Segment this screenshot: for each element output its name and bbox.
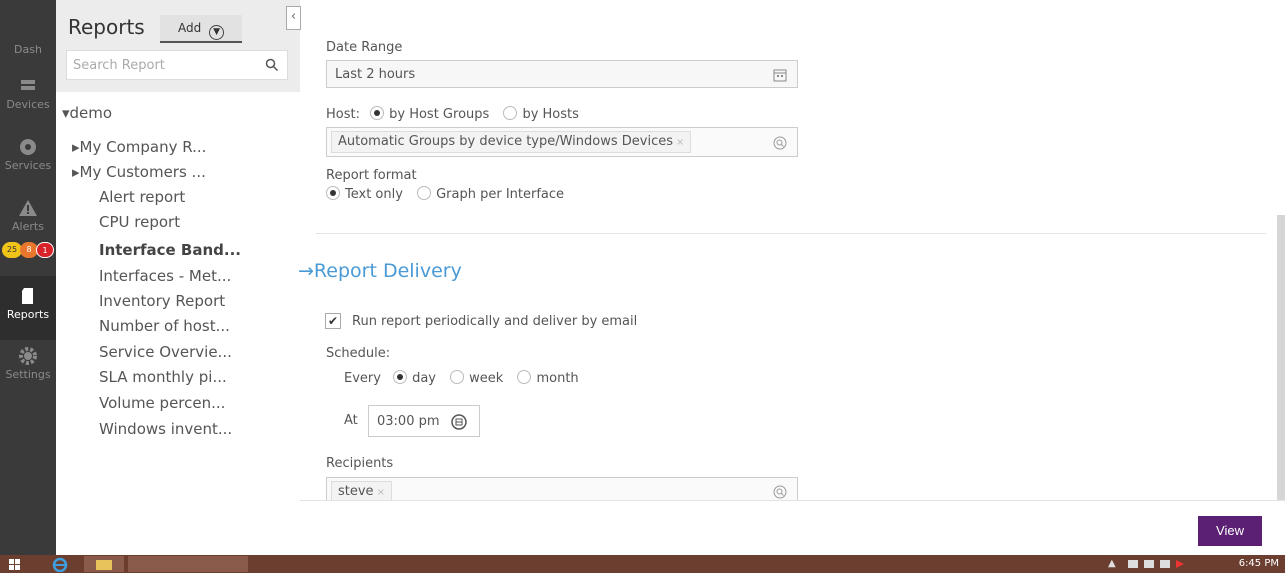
windows-start-icon[interactable] xyxy=(8,556,22,572)
add-report-button[interactable]: Add ▼ xyxy=(160,15,242,43)
date-range-field[interactable]: Last 2 hours xyxy=(326,60,798,88)
report-item[interactable]: CPU report xyxy=(99,213,180,231)
browser-icon[interactable] xyxy=(50,556,70,573)
search-input[interactable] xyxy=(67,51,257,79)
search-report xyxy=(66,50,288,80)
schedule-label: Schedule: xyxy=(326,346,391,361)
host-group-tag: Automatic Groups by device type/Windows … xyxy=(331,131,692,153)
nav-settings[interactable]: Settings xyxy=(0,346,56,381)
report-item-selected[interactable]: Interface Band... xyxy=(99,241,241,259)
radio-month[interactable]: month xyxy=(517,370,579,386)
reports-panel: Reports Add ▼ ▾demo ▸My Company R... ▸My… xyxy=(56,0,300,555)
search-icon[interactable] xyxy=(773,484,787,499)
run-periodically-checkbox[interactable]: ✔ xyxy=(325,313,341,329)
calendar-icon[interactable] xyxy=(773,67,787,82)
chevron-down-icon: ▼ xyxy=(209,25,225,40)
tree-group-my-customers[interactable]: ▸My Customers ... xyxy=(72,163,206,181)
time-field[interactable]: 03:00 pm xyxy=(368,405,480,437)
remove-tag-icon[interactable]: × xyxy=(676,137,684,148)
radio-day[interactable]: day xyxy=(393,370,436,386)
reports-title: Reports xyxy=(68,15,145,39)
nav-services[interactable]: Services xyxy=(0,137,56,172)
search-icon[interactable] xyxy=(773,135,787,150)
reports-panel-header: Reports Add ▼ xyxy=(56,0,300,92)
host-groups-field[interactable]: Automatic Groups by device type/Windows … xyxy=(326,127,798,157)
every-label: Every xyxy=(344,371,381,386)
file-explorer-icon[interactable] xyxy=(84,556,124,572)
at-label: At xyxy=(344,413,358,428)
section-divider xyxy=(316,233,1266,234)
services-icon xyxy=(18,137,38,157)
report-item[interactable]: Service Overvie... xyxy=(99,343,232,361)
radio-text-only[interactable]: Text only xyxy=(326,186,403,202)
nav-dash[interactable]: Dash xyxy=(0,43,56,56)
main-nav: Dash Devices Services Alerts 25 8 1 Repo… xyxy=(0,0,56,555)
run-periodically-label: Run report periodically and deliver by e… xyxy=(352,314,638,329)
report-icon xyxy=(18,286,38,306)
report-form: Date Range Last 2 hours Host: by Host Gr… xyxy=(298,0,1285,555)
report-item[interactable]: Windows invent... xyxy=(99,420,232,438)
radio-graph-per-interface[interactable]: Graph per Interface xyxy=(417,186,564,202)
tray-icons[interactable] xyxy=(1128,558,1188,573)
alert-badges[interactable]: 25 8 1 xyxy=(2,242,56,258)
collapse-panel-button[interactable]: ‹ xyxy=(286,6,301,30)
taskbar: ▲ 6:45 PM xyxy=(0,555,1285,573)
report-item[interactable]: Inventory Report xyxy=(99,292,225,310)
nav-devices[interactable]: Devices xyxy=(0,76,56,111)
devices-icon xyxy=(18,76,38,96)
alert-badge-critical: 1 xyxy=(36,242,54,258)
alert-badge-warning: 25 xyxy=(2,242,22,258)
alert-icon xyxy=(18,198,38,218)
radio-by-host-groups[interactable]: by Host Groups xyxy=(370,106,489,122)
report-format-options: Text only Graph per Interface xyxy=(326,186,564,202)
date-range-value: Last 2 hours xyxy=(335,67,416,82)
remove-tag-icon[interactable]: × xyxy=(377,487,385,498)
search-icon[interactable] xyxy=(265,57,279,72)
tray-arrow-icon[interactable]: ▲ xyxy=(1108,558,1116,569)
report-item[interactable]: Alert report xyxy=(99,188,185,206)
radio-by-hosts[interactable]: by Hosts xyxy=(503,106,579,122)
report-item[interactable]: SLA monthly pi... xyxy=(99,368,227,386)
host-label: Host: xyxy=(326,107,360,122)
report-item[interactable]: Interfaces - Met... xyxy=(99,267,231,285)
scrollbar[interactable] xyxy=(1277,215,1285,500)
schedule-period: Every day week month xyxy=(344,370,579,386)
nav-reports[interactable]: Reports xyxy=(0,276,56,340)
nav-alerts[interactable]: Alerts xyxy=(0,198,56,233)
tree-group-my-company[interactable]: ▸My Company R... xyxy=(72,138,206,156)
tree-root-demo[interactable]: ▾demo xyxy=(62,104,112,122)
recipients-label: Recipients xyxy=(326,456,394,471)
time-value: 03:00 pm xyxy=(377,414,440,429)
clock-icon[interactable] xyxy=(451,414,467,430)
report-item[interactable]: Volume percen... xyxy=(99,394,225,412)
host-selector: Host: by Host Groups by Hosts xyxy=(326,106,579,122)
report-format-label: Report format xyxy=(326,168,417,183)
report-delivery-title: →Report Delivery xyxy=(298,260,462,282)
gear-icon xyxy=(18,346,38,366)
radio-week[interactable]: week xyxy=(450,370,503,386)
date-range-label: Date Range xyxy=(326,40,403,55)
taskbar-clock: 6:45 PM xyxy=(1238,558,1279,569)
view-button[interactable]: View xyxy=(1198,516,1262,546)
report-item[interactable]: Number of host... xyxy=(99,317,230,335)
taskbar-app-window[interactable] xyxy=(128,556,248,572)
form-footer: View xyxy=(300,500,1285,555)
